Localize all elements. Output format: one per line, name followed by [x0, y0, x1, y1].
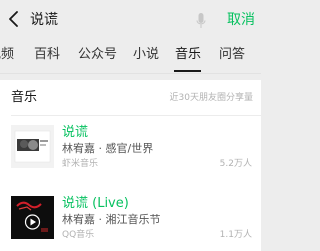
song-title: 说谎 — [62, 125, 89, 140]
search-input[interactable]: 说谎 — [30, 11, 58, 29]
section-note: 近30天朋友圈分享量 — [169, 93, 253, 103]
tab-qa[interactable]: 问答 — [219, 47, 245, 63]
song-share-count: 1.1万人 — [219, 230, 252, 240]
section-title: 音乐 — [11, 90, 38, 105]
back-arrow-icon[interactable] — [7, 11, 21, 27]
divider — [11, 115, 261, 116]
tab-official-accounts[interactable]: 公众号 — [78, 47, 117, 63]
active-tab-indicator — [174, 70, 201, 72]
song-result-item[interactable]: 说谎 林宥嘉 · 感官/世界 虾米音乐 5.2万人 — [0, 125, 261, 187]
cancel-button[interactable]: 取消 — [227, 11, 255, 29]
song-source: QQ音乐 — [62, 230, 95, 240]
tab-novels[interactable]: 小说 — [133, 47, 159, 63]
song-artist-album: 林宥嘉 · 感官/世界 — [62, 142, 154, 155]
song-result-item[interactable]: 说谎 (Live) 林宥嘉 · 湘江音乐节 QQ音乐 1.1万人 — [0, 196, 261, 251]
album-cover-image — [11, 196, 54, 239]
song-share-count: 5.2万人 — [219, 159, 252, 169]
search-bar: 说谎 取消 — [0, 0, 261, 40]
tab-video[interactable]: 视频 — [0, 47, 14, 63]
song-artist-album: 林宥嘉 · 湘江音乐节 — [62, 213, 161, 226]
album-cover-image — [11, 125, 54, 168]
music-results-section: 音乐 近30天朋友圈分享量 说谎 林宥嘉 · 感官/世界 虾米音乐 5.2万人 — [0, 80, 261, 251]
search-category-tabs: 视频 百科 公众号 小说 音乐 问答 — [0, 40, 261, 74]
song-title: 说谎 (Live) — [62, 196, 129, 211]
tab-encyclopedia[interactable]: 百科 — [34, 47, 60, 63]
song-source: 虾米音乐 — [62, 159, 99, 169]
album-cover — [11, 125, 54, 168]
album-cover — [11, 196, 54, 239]
microphone-icon[interactable] — [196, 13, 206, 29]
tab-music[interactable]: 音乐 — [175, 47, 201, 63]
